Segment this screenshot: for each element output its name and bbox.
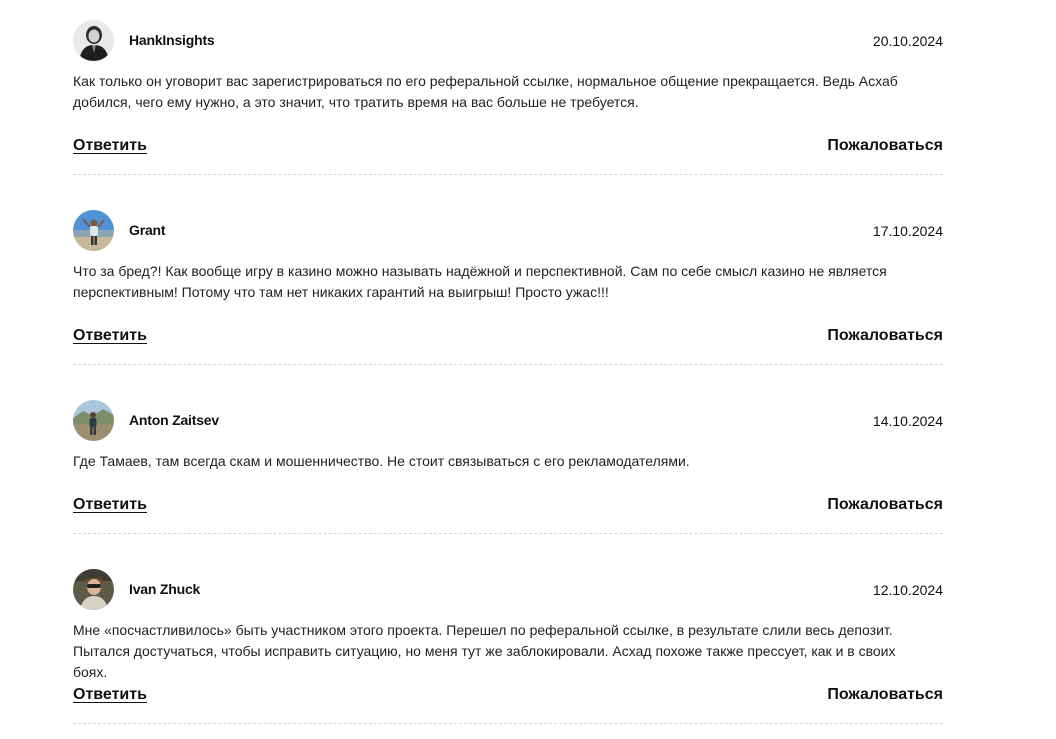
comment-author: Anton Zaitsev	[129, 412, 219, 428]
user-avatar-icon	[73, 400, 114, 441]
comment-item: HankInsights 20.10.2024 Как только он уг…	[73, 0, 943, 175]
comment-text: Что за бред?! Как вообще игру в казино м…	[73, 263, 887, 300]
comment-date: 14.10.2024	[872, 413, 943, 429]
comment-author: Grant	[129, 222, 166, 238]
comment-header: Grant 17.10.2024	[73, 210, 943, 252]
report-link[interactable]: Пожаловаться	[827, 686, 943, 704]
comments-list: HankInsights 20.10.2024 Как только он уг…	[0, 0, 1056, 739]
comment-text: Мне «посчастливилось» быть участником эт…	[73, 622, 896, 680]
reply-link[interactable]: Ответить	[73, 137, 147, 155]
comment-header: Anton Zaitsev 14.10.2024	[73, 400, 943, 442]
comment-item: Ivan Zhuck 12.10.2024 Мне «посчастливило…	[73, 549, 943, 724]
comment-author: Ivan Zhuck	[129, 581, 201, 597]
report-link[interactable]: Пожаловаться	[827, 496, 943, 514]
user-avatar-icon	[73, 569, 114, 610]
avatar[interactable]	[73, 400, 114, 441]
comment-actions: Ответить Пожаловаться	[73, 137, 943, 159]
avatar[interactable]	[73, 20, 114, 61]
comment-date: 20.10.2024	[872, 33, 943, 49]
reply-link[interactable]: Ответить	[73, 496, 147, 514]
comment-header: HankInsights 20.10.2024	[73, 20, 943, 62]
comment-date: 17.10.2024	[872, 223, 943, 239]
comment-actions: Ответить Пожаловаться	[73, 327, 943, 349]
comment-date: 12.10.2024	[872, 582, 943, 598]
comment-actions: Ответить Пожаловаться	[73, 496, 943, 518]
user-avatar-icon	[73, 210, 114, 251]
comment-header: Ivan Zhuck 12.10.2024	[73, 569, 943, 611]
comment-text: Где Тамаев, там всегда скам и мошенничес…	[73, 453, 690, 469]
reply-link[interactable]: Ответить	[73, 327, 147, 345]
avatar[interactable]	[73, 210, 114, 251]
comment-item: Grant 17.10.2024 Что за бред?! Как вообщ…	[73, 190, 943, 365]
comment-item: Anton Zaitsev 14.10.2024 Где Тамаев, там…	[73, 380, 943, 534]
report-link[interactable]: Пожаловаться	[827, 137, 943, 155]
reply-link[interactable]: Ответить	[73, 686, 147, 704]
avatar[interactable]	[73, 569, 114, 610]
comment-actions: Ответить Пожаловаться	[73, 686, 943, 708]
comment-author: HankInsights	[129, 32, 215, 48]
comment-text: Как только он уговорит вас зарегистриров…	[73, 73, 898, 110]
report-link[interactable]: Пожаловаться	[827, 327, 943, 345]
user-avatar-icon	[73, 20, 114, 61]
